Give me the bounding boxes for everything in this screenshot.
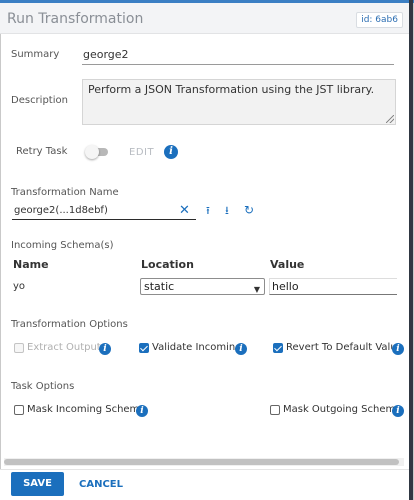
edit-button[interactable]: EDIT <box>129 147 154 158</box>
transformation-name-input[interactable]: george2(...1d8ebf) <box>12 204 196 220</box>
toggle-knob <box>85 145 99 159</box>
mask-outgoing-info-icon[interactable]: i <box>392 405 404 417</box>
extract-output-label: Extract Output <box>27 342 101 353</box>
transformation-options-label: Transformation Options <box>11 319 128 330</box>
scrollbar-thumb[interactable] <box>4 459 399 465</box>
column-header-name: Name <box>13 258 49 271</box>
horizontal-scrollbar[interactable] <box>4 458 404 466</box>
mask-incoming-info-icon[interactable]: i <box>136 405 148 417</box>
description-textarea[interactable]: Perform a JSON Transformation using the … <box>82 79 396 125</box>
revert-default-checkbox[interactable] <box>273 343 283 353</box>
location-select[interactable]: static ▼ <box>140 278 265 295</box>
save-button[interactable]: SAVE <box>11 472 64 496</box>
download-icon[interactable]: ⭳ <box>225 205 229 216</box>
mask-incoming-label: Mask Incoming Schema <box>27 404 146 415</box>
incoming-schemas-label: Incoming Schema(s) <box>11 240 114 251</box>
retry-task-toggle[interactable] <box>85 145 110 159</box>
dialog-title: Run Transformation <box>7 11 144 27</box>
refresh-icon[interactable]: ↻ <box>244 204 254 216</box>
chevron-down-icon: ▼ <box>253 285 260 294</box>
validate-incoming-info-icon[interactable]: i <box>235 343 247 355</box>
description-text: Perform a JSON Transformation using the … <box>88 83 375 96</box>
clear-icon[interactable]: ✕ <box>179 204 190 217</box>
id-badge[interactable]: id: 6ab6 <box>356 12 403 28</box>
validate-incoming-checkbox[interactable] <box>139 343 149 353</box>
location-selected-value: static <box>144 280 175 293</box>
upload-icon[interactable]: ⭱ <box>206 205 210 216</box>
revert-default-label: Revert To Default Value <box>286 342 403 353</box>
info-icon[interactable]: i <box>164 145 178 159</box>
mask-outgoing-label: Mask Outgoing Schema <box>283 404 402 415</box>
window-edge <box>409 0 413 500</box>
task-options-label: Task Options <box>11 381 75 392</box>
schema-name-cell: yo <box>13 281 26 292</box>
mask-outgoing-checkbox[interactable] <box>270 405 280 415</box>
retry-task-label: Retry Task <box>16 146 68 157</box>
extract-output-info-icon[interactable]: i <box>99 343 111 355</box>
revert-default-info-icon[interactable]: i <box>392 343 404 355</box>
column-header-value: Value <box>270 258 305 271</box>
extract-output-checkbox[interactable] <box>14 343 24 353</box>
mask-incoming-checkbox[interactable] <box>14 405 24 415</box>
resize-handle-icon[interactable] <box>386 115 394 123</box>
description-label: Description <box>11 95 68 106</box>
transformation-name-label: Transformation Name <box>11 187 119 198</box>
summary-input[interactable] <box>82 45 394 65</box>
validate-incoming-label: Validate Incoming <box>152 342 242 353</box>
cancel-button[interactable]: CANCEL <box>79 479 123 490</box>
schema-value-input[interactable]: hello <box>269 278 397 295</box>
column-header-location: Location <box>141 258 194 271</box>
summary-label: Summary <box>11 49 60 60</box>
dialog-header: Run Transformation id: 6ab6 <box>0 3 409 34</box>
